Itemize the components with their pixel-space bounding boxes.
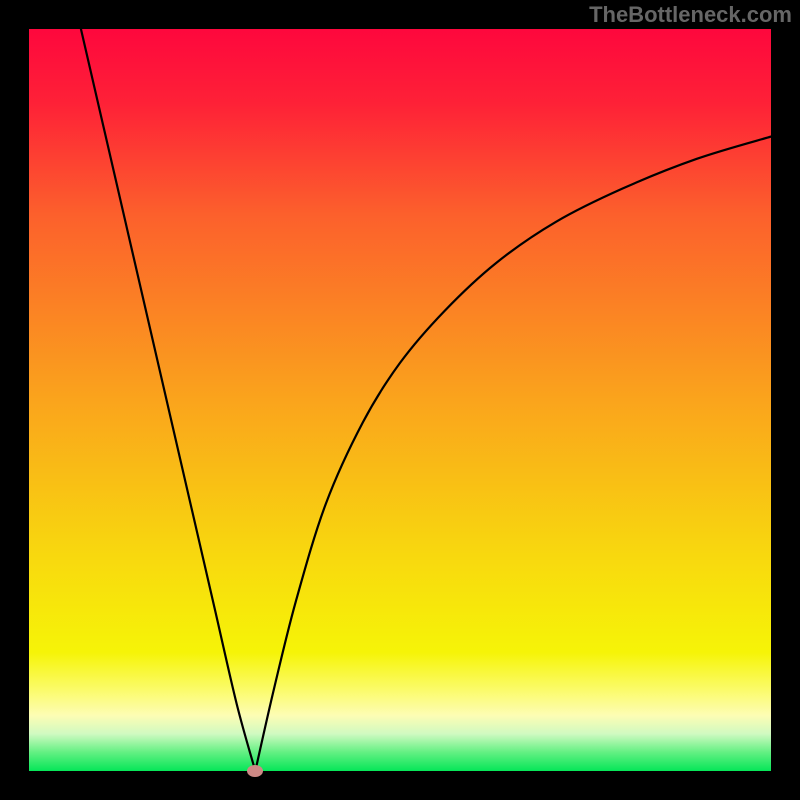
curve-layer xyxy=(29,29,771,771)
right-branch xyxy=(255,137,771,771)
attribution-text: TheBottleneck.com xyxy=(589,2,792,28)
chart-container: TheBottleneck.com xyxy=(0,0,800,800)
left-branch xyxy=(81,29,255,771)
plot-area xyxy=(29,29,771,771)
minimum-marker xyxy=(247,765,263,777)
